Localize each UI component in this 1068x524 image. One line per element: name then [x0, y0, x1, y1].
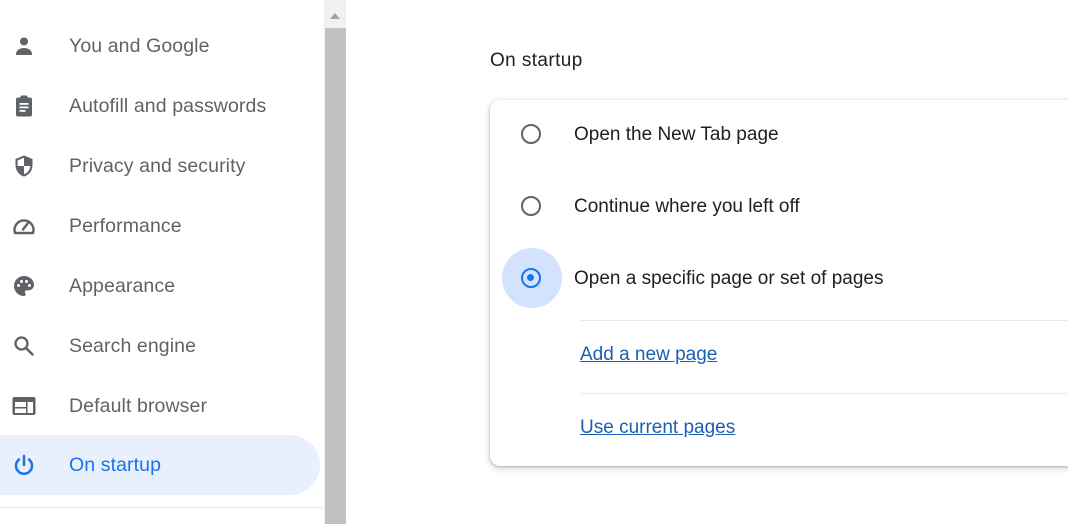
- use-current-pages-link[interactable]: Use current pages: [580, 417, 735, 439]
- sidebar-item-label: Autofill and passwords: [69, 94, 267, 117]
- triangle-up-icon: [330, 13, 340, 19]
- sidebar-divider: [0, 507, 324, 508]
- sidebar-item-label: Privacy and security: [69, 154, 246, 177]
- radio-label: Open the New Tab page: [574, 124, 779, 145]
- sidebar-item-search-engine[interactable]: Search engine: [0, 316, 320, 376]
- shield-icon: [11, 153, 37, 179]
- radio-button[interactable]: [521, 124, 541, 144]
- sidebar-item-label: On startup: [69, 453, 162, 476]
- sidebar: You and Google Autofill and passwords Pr…: [0, 0, 324, 524]
- sidebar-item-label: Search engine: [69, 334, 197, 357]
- radio-open-new-tab[interactable]: Open the New Tab page: [490, 100, 1068, 172]
- sidebar-item-label: Performance: [69, 214, 182, 237]
- use-current-pages-row: Use current pages: [580, 393, 1068, 465]
- scrollbar-thumb[interactable]: [325, 28, 346, 524]
- sidebar-item-you-and-google[interactable]: You and Google: [0, 16, 320, 76]
- radio-open-specific-pages[interactable]: Open a specific page or set of pages: [490, 244, 1068, 316]
- divider: [580, 393, 1068, 394]
- sidebar-item-default-browser[interactable]: Default browser: [0, 376, 320, 436]
- divider: [580, 320, 1068, 321]
- sidebar-item-performance[interactable]: Performance: [0, 196, 320, 256]
- sidebar-item-label: You and Google: [69, 34, 210, 57]
- sidebar-item-label: Default browser: [69, 394, 208, 417]
- radio-button-checked[interactable]: [521, 268, 541, 288]
- radio-continue-where-left-off[interactable]: Continue where you left off: [490, 172, 1068, 244]
- sidebar-item-label: Appearance: [69, 274, 176, 297]
- add-page-row: Add a new page: [580, 320, 1068, 392]
- sidebar-item-appearance[interactable]: Appearance: [0, 256, 320, 316]
- radio-dot: [527, 274, 534, 281]
- browser-window-icon: [11, 393, 37, 419]
- radio-button[interactable]: [521, 196, 541, 216]
- palette-icon: [11, 273, 37, 299]
- add-new-page-link[interactable]: Add a new page: [580, 344, 717, 366]
- sidebar-item-autofill[interactable]: Autofill and passwords: [0, 76, 320, 136]
- sidebar-item-on-startup[interactable]: On startup: [0, 435, 320, 495]
- person-icon: [11, 33, 37, 59]
- radio-label: Open a specific page or set of pages: [574, 268, 884, 289]
- search-icon: [11, 333, 37, 359]
- radio-label: Continue where you left off: [574, 196, 800, 217]
- speedometer-icon: [11, 213, 37, 239]
- startup-options-card: Open the New Tab page Continue where you…: [490, 100, 1068, 466]
- sidebar-item-privacy[interactable]: Privacy and security: [0, 136, 320, 196]
- scroll-up-button[interactable]: [324, 4, 346, 28]
- power-icon: [11, 452, 37, 478]
- section-title: On startup: [490, 50, 583, 71]
- clipboard-icon: [11, 93, 37, 119]
